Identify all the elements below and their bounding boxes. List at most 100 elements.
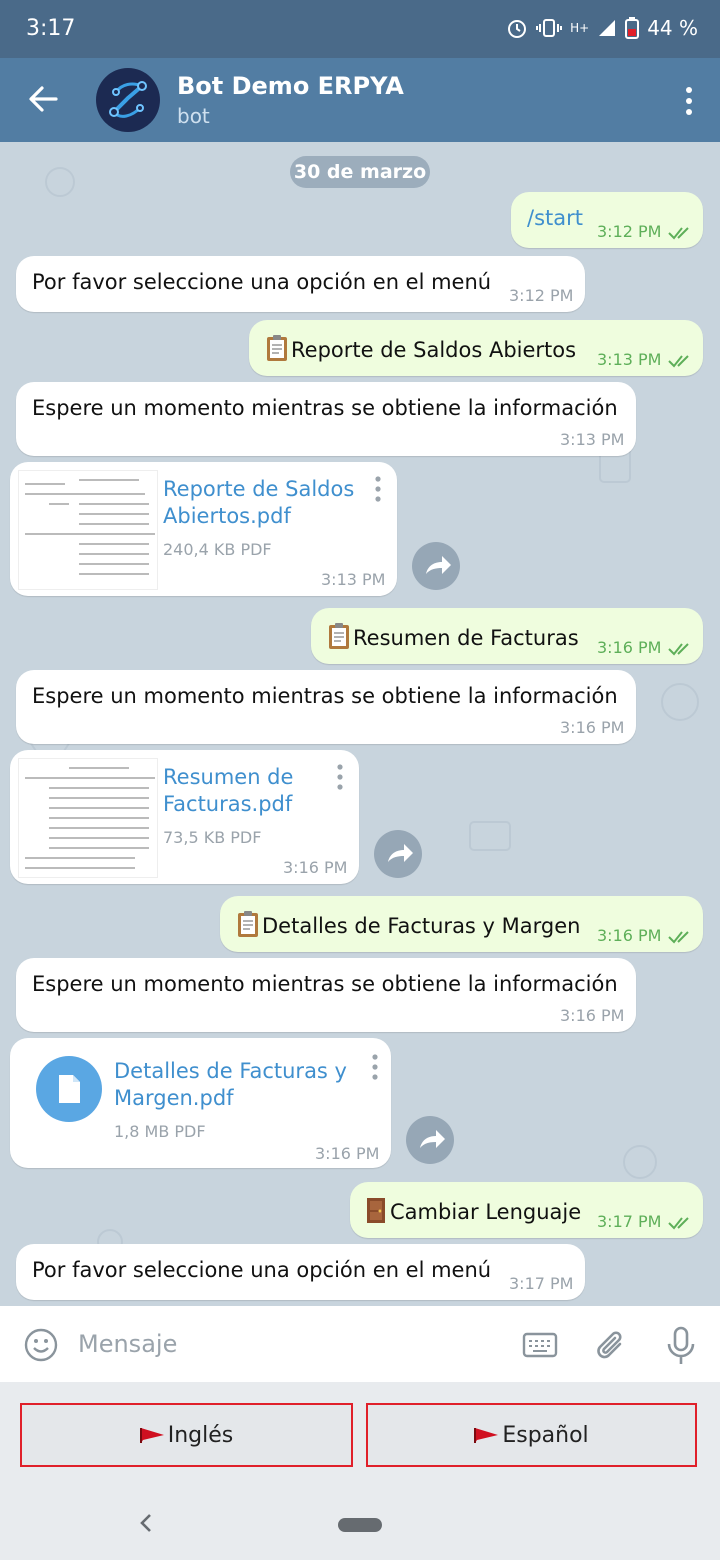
home-pill[interactable] xyxy=(338,1518,382,1532)
message-time: 3:16 PM xyxy=(597,638,662,657)
keyboard-button-espanol[interactable]: Español xyxy=(366,1403,697,1467)
command-text[interactable]: /start xyxy=(527,206,583,230)
battery-level: 44 % xyxy=(647,16,698,40)
chat-subtitle: bot xyxy=(177,104,210,128)
red-flag-icon xyxy=(474,1428,499,1443)
message-outgoing[interactable]: Cambiar Lenguaje 3:17 PM xyxy=(350,1182,703,1238)
keyboard-icon[interactable] xyxy=(522,1332,558,1360)
document-message[interactable]: Detalles de Facturas y Margen.pdf 1,8 MB … xyxy=(10,1038,391,1168)
share-icon xyxy=(388,844,413,862)
message-text: Resumen de Facturas xyxy=(327,622,579,650)
more-options-icon[interactable] xyxy=(684,86,694,116)
message-time: 3:16 PM xyxy=(283,858,348,877)
clipboard-icon xyxy=(267,335,287,361)
message-incoming[interactable]: Espere un momento mientras se obtiene la… xyxy=(16,670,636,744)
message-time: 3:13 PM xyxy=(321,570,386,589)
more-options-icon[interactable] xyxy=(336,764,344,790)
message-time: 3:13 PM xyxy=(597,350,662,369)
message-time: 3:17 PM xyxy=(509,1274,574,1293)
network-type: H+ xyxy=(570,21,590,35)
attach-icon[interactable] xyxy=(596,1328,628,1364)
message-time: 3:16 PM xyxy=(315,1144,380,1163)
message-outgoing[interactable]: /start 3:12 PM xyxy=(511,192,703,248)
message-label: Cambiar Lenguaje xyxy=(390,1200,582,1224)
message-outgoing[interactable]: Reporte de Saldos Abiertos 3:13 PM xyxy=(249,320,703,376)
document-name[interactable]: Reporte de Saldos Abiertos.pdf xyxy=(163,476,354,530)
message-text: Por favor seleccione una opción en el me… xyxy=(32,1258,492,1282)
double-check-icon xyxy=(668,643,689,656)
message-outgoing[interactable]: Resumen de Facturas 3:16 PM xyxy=(311,608,703,664)
message-time: 3:17 PM xyxy=(597,1212,662,1231)
keyboard-button-label: Español xyxy=(502,1422,589,1448)
message-incoming[interactable]: Por favor seleccione una opción en el me… xyxy=(16,1244,585,1300)
message-composer: Mensaje xyxy=(0,1306,720,1382)
microphone-icon[interactable] xyxy=(666,1326,696,1366)
bot-keyboard: Inglés Español xyxy=(0,1382,720,1488)
message-input[interactable]: Mensaje xyxy=(78,1330,177,1358)
message-label: Resumen de Facturas xyxy=(353,626,579,650)
emoji-icon[interactable] xyxy=(24,1328,58,1362)
message-text: Espere un momento mientras se obtiene la… xyxy=(32,972,618,996)
red-flag-icon xyxy=(139,1428,164,1443)
status-bar: 3:17 H+ 44 % xyxy=(0,0,720,58)
battery-icon xyxy=(625,17,640,39)
alarm-icon xyxy=(508,20,527,38)
double-check-icon xyxy=(668,931,689,944)
nav-back-icon[interactable] xyxy=(138,1512,154,1534)
message-text: Cambiar Lenguaje xyxy=(366,1196,581,1224)
document-size: 73,5 KB PDF xyxy=(163,828,262,847)
clipboard-icon xyxy=(329,623,349,649)
share-button[interactable] xyxy=(374,830,422,878)
message-text: Reporte de Saldos Abiertos xyxy=(265,334,576,362)
more-options-icon[interactable] xyxy=(374,476,382,502)
document-message[interactable]: Reporte de Saldos Abiertos.pdf 240,4 KB P… xyxy=(10,462,397,596)
document-name[interactable]: Resumen de Facturas.pdf xyxy=(163,764,293,818)
vibrate-icon xyxy=(536,19,563,37)
message-incoming[interactable]: Espere un momento mientras se obtiene la… xyxy=(16,958,636,1032)
document-icon xyxy=(59,1075,80,1103)
message-label: Detalles de Facturas y Margen xyxy=(262,914,581,938)
file-icon[interactable] xyxy=(36,1056,102,1122)
message-time: 3:16 PM xyxy=(560,1006,625,1025)
pdf-thumbnail[interactable] xyxy=(18,470,158,590)
chat-header: Bot Demo ERPYA bot xyxy=(0,58,720,142)
date-separator: 30 de marzo xyxy=(290,156,430,188)
message-text: Espere un momento mientras se obtiene la… xyxy=(32,396,618,420)
double-check-icon xyxy=(668,1217,689,1230)
message-text: Espere un momento mientras se obtiene la… xyxy=(32,684,618,708)
back-arrow-icon[interactable] xyxy=(26,82,60,116)
message-text: Detalles de Facturas y Margen xyxy=(236,910,580,938)
door-icon xyxy=(367,1198,385,1223)
signal-icon xyxy=(599,20,616,36)
message-incoming[interactable]: Por favor seleccione una opción en el me… xyxy=(16,256,585,312)
more-options-icon[interactable] xyxy=(371,1054,379,1080)
document-name[interactable]: Detalles de Facturas y Margen.pdf xyxy=(114,1058,347,1112)
message-time: 3:12 PM xyxy=(509,286,574,305)
document-message[interactable]: Resumen de Facturas.pdf 73,5 KB PDF 3:16 … xyxy=(10,750,359,884)
keyboard-button-ingles[interactable]: Inglés xyxy=(20,1403,353,1467)
message-time: 3:16 PM xyxy=(560,718,625,737)
clipboard-icon xyxy=(238,911,258,937)
chat-area[interactable]: 30 de marzo /start 3:12 PM Por favor sel… xyxy=(0,142,720,1306)
double-check-icon xyxy=(668,227,689,240)
message-time: 3:12 PM xyxy=(597,222,662,241)
keyboard-button-label: Inglés xyxy=(167,1422,234,1448)
message-incoming[interactable]: Espere un momento mientras se obtiene la… xyxy=(16,382,636,456)
share-button[interactable] xyxy=(412,542,460,590)
double-check-icon xyxy=(668,355,689,368)
message-time: 3:13 PM xyxy=(560,430,625,449)
message-text: Por favor seleccione una opción en el me… xyxy=(32,270,492,294)
clock: 3:17 xyxy=(26,16,76,41)
share-button[interactable] xyxy=(406,1116,454,1164)
pdf-thumbnail[interactable] xyxy=(18,758,158,878)
message-label: Reporte de Saldos Abiertos xyxy=(291,338,577,362)
share-icon xyxy=(426,556,451,574)
message-time: 3:16 PM xyxy=(597,926,662,945)
bot-avatar[interactable] xyxy=(96,68,160,132)
document-size: 240,4 KB PDF xyxy=(163,540,272,559)
share-icon xyxy=(420,1130,445,1148)
chat-title[interactable]: Bot Demo ERPYA xyxy=(177,72,404,100)
document-size: 1,8 MB PDF xyxy=(114,1122,206,1141)
message-outgoing[interactable]: Detalles de Facturas y Margen 3:16 PM xyxy=(220,896,703,952)
bot-logo-icon xyxy=(109,81,147,118)
